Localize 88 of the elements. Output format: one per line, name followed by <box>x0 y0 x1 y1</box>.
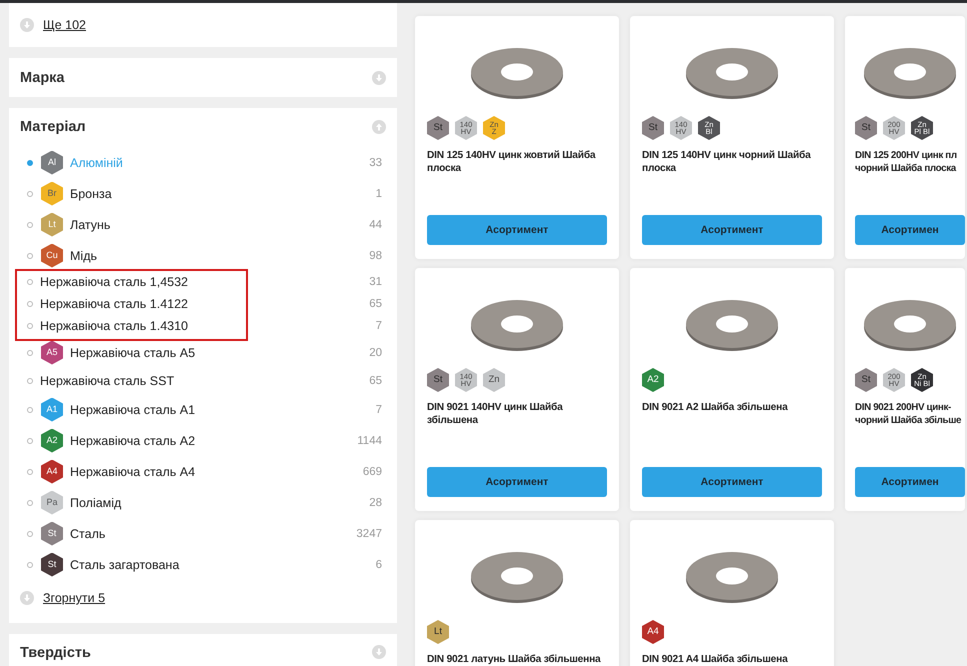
material-badge: A4 <box>41 460 63 484</box>
option-count: 6 <box>376 558 382 570</box>
filter-option[interactable]: Нержавіюча сталь 1,4532 <box>40 275 370 289</box>
section-title[interactable]: Матеріал <box>20 119 86 135</box>
material-badge: Pa <box>41 490 63 514</box>
filter-option[interactable]: Сталь загартована <box>70 558 376 572</box>
arrow-down-icon[interactable] <box>20 18 34 32</box>
filter-option[interactable]: Бронза <box>70 186 376 200</box>
radio-button[interactable] <box>27 323 33 329</box>
filter-option[interactable]: Нержавіюча сталь A2 <box>70 434 358 448</box>
show-more-link[interactable]: Ще 102 <box>43 18 86 32</box>
filter-option[interactable]: Сталь <box>70 526 356 540</box>
option-count: 7 <box>376 320 382 332</box>
option-count: 31 <box>369 276 382 288</box>
radio-button[interactable] <box>27 301 33 307</box>
radio-button[interactable] <box>27 222 33 228</box>
option-count: 1144 <box>357 434 382 446</box>
material-badge: Br <box>41 182 63 206</box>
option-count: 33 <box>369 156 382 168</box>
material-badge: Lt <box>41 212 63 236</box>
product-title[interactable]: DIN 9021 A2 Шайба збільшена <box>642 402 822 414</box>
filter-option[interactable]: Нержавіюча сталь A4 <box>70 464 363 478</box>
option-count: 3247 <box>356 528 382 540</box>
product-title[interactable]: DIN 9021 140HV цинк Шайба збільшена <box>427 402 607 427</box>
material-badge: A4 <box>642 620 664 644</box>
product-title[interactable]: DIN 125 200HV цинк пл чорний Шайба плоска <box>855 150 965 175</box>
collapse-link[interactable]: Згорнути 5 <box>43 591 106 605</box>
radio-button[interactable] <box>27 530 33 536</box>
material-badge: Lt <box>427 620 449 644</box>
filter-option[interactable]: Нержавіюча сталь A5 <box>70 346 370 360</box>
filter-option[interactable]: Латунь <box>70 218 370 232</box>
assortment-button[interactable]: Асортимент <box>427 215 607 245</box>
material-badge: St <box>427 368 449 392</box>
filter-option[interactable]: Поліамід <box>70 496 370 510</box>
arrow-down-icon[interactable] <box>372 70 386 84</box>
radio-button[interactable] <box>27 438 33 444</box>
option-count: 44 <box>369 218 382 230</box>
filter-option[interactable]: Нержавіюча сталь SST <box>40 374 370 388</box>
option-count: 20 <box>369 346 382 358</box>
radio-button[interactable] <box>27 500 33 506</box>
filter-option[interactable]: Нержавіюча сталь 1.4122 <box>40 297 370 311</box>
material-badge: A2 <box>41 428 63 452</box>
material-badge: Zn <box>483 368 505 392</box>
section-title[interactable]: Марка <box>20 70 64 86</box>
assortment-button[interactable]: Асортимен <box>855 215 965 245</box>
material-badge: St <box>41 522 63 546</box>
assortment-button[interactable]: Асортимен <box>855 467 965 497</box>
material-badge: St <box>855 368 877 392</box>
material-badge: Al <box>41 150 63 174</box>
material-badge: St <box>427 116 449 140</box>
filter-option[interactable]: Мідь <box>70 248 370 262</box>
material-badge: St <box>642 116 664 140</box>
option-count: 65 <box>369 375 382 387</box>
radio-button[interactable] <box>27 190 33 196</box>
material-badge: A2 <box>642 368 664 392</box>
filter-option[interactable]: Нержавіюча сталь A1 <box>70 402 376 416</box>
radio-button[interactable] <box>27 350 33 356</box>
product-title[interactable]: DIN 125 140HV цинк чорний Шайба плоска <box>642 150 822 175</box>
arrow-down-icon[interactable] <box>20 591 34 605</box>
material-badge: St <box>41 552 63 576</box>
radio-button[interactable] <box>27 160 33 166</box>
assortment-button[interactable]: Асортимент <box>642 467 822 497</box>
radio-button[interactable] <box>27 468 33 474</box>
radio-button[interactable] <box>27 279 33 285</box>
option-count: 7 <box>376 404 382 416</box>
radio-button[interactable] <box>27 378 33 384</box>
radio-button[interactable] <box>27 406 33 412</box>
section-title[interactable]: Твердість <box>20 645 91 661</box>
radio-button[interactable] <box>27 562 33 568</box>
assortment-button[interactable]: Асортимент <box>642 215 822 245</box>
product-title[interactable]: DIN 9021 200HV цинк- чорний Шайба збільше <box>855 402 965 427</box>
option-count: 669 <box>362 466 382 478</box>
option-count: 28 <box>369 496 382 508</box>
material-badge: St <box>855 116 877 140</box>
product-title[interactable]: DIN 9021 A4 Шайба збільшена <box>642 654 822 666</box>
filter-option[interactable]: Нержавіюча сталь 1.4310 <box>40 319 376 333</box>
material-badge: A1 <box>41 398 63 422</box>
assortment-button[interactable]: Асортимент <box>427 467 607 497</box>
radio-button[interactable] <box>27 252 33 258</box>
option-count: 65 <box>369 298 382 310</box>
arrow-up-icon[interactable] <box>372 120 386 134</box>
material-badge: Cu <box>41 244 63 268</box>
option-count: 1 <box>376 188 382 200</box>
material-badge: A5 <box>41 340 63 364</box>
product-title[interactable]: DIN 125 140HV цинк жовтий Шайба плоска <box>427 150 607 175</box>
arrow-down-icon[interactable] <box>372 645 386 659</box>
product-title[interactable]: DIN 9021 латунь Шайба збільшенна <box>427 654 607 666</box>
option-count: 98 <box>369 250 382 262</box>
